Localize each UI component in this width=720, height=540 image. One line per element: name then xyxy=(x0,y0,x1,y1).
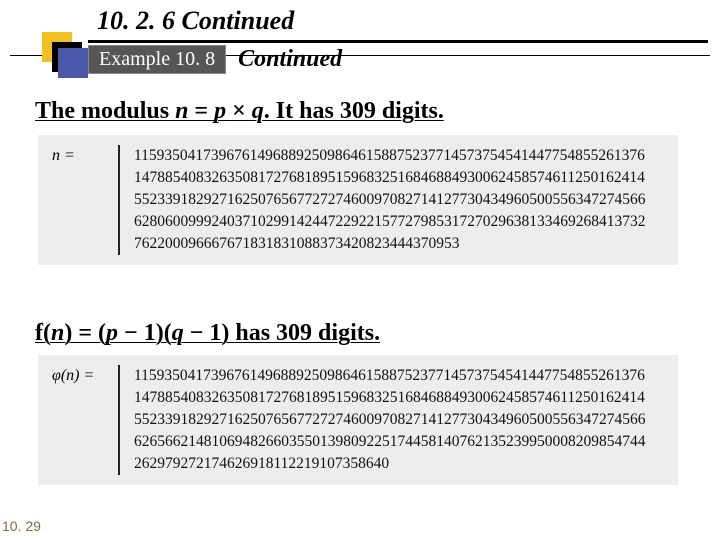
vertical-divider xyxy=(118,365,120,475)
page-number: 10. 29 xyxy=(2,518,41,534)
phi-label: φ(n) = xyxy=(38,365,118,385)
modulus-value-block: n = 115935041739676149688925098646158875… xyxy=(38,135,678,265)
modulus-statement: The modulus n = p × q. It has 309 digits… xyxy=(35,98,444,125)
example-row: Example 10. 8 Continued xyxy=(88,45,342,74)
example-continued: Continued xyxy=(238,46,342,73)
logo xyxy=(42,32,88,78)
phi-value: 1159350417396761496889250986461588752377… xyxy=(134,365,678,475)
example-badge: Example 10. 8 xyxy=(88,45,226,74)
modulus-label: n = xyxy=(38,145,118,165)
phi-value-block: φ(n) = 115935041739676149688925098646158… xyxy=(38,355,678,485)
phi-statement: f(n) = (p − 1)(q − 1) has 309 digits. xyxy=(35,320,380,347)
section-heading: 10. 2. 6 Continued xyxy=(97,6,294,36)
section-underline xyxy=(88,40,708,43)
modulus-value: 1159350417396761496889250986461588752377… xyxy=(134,145,678,255)
vertical-divider xyxy=(118,145,120,255)
